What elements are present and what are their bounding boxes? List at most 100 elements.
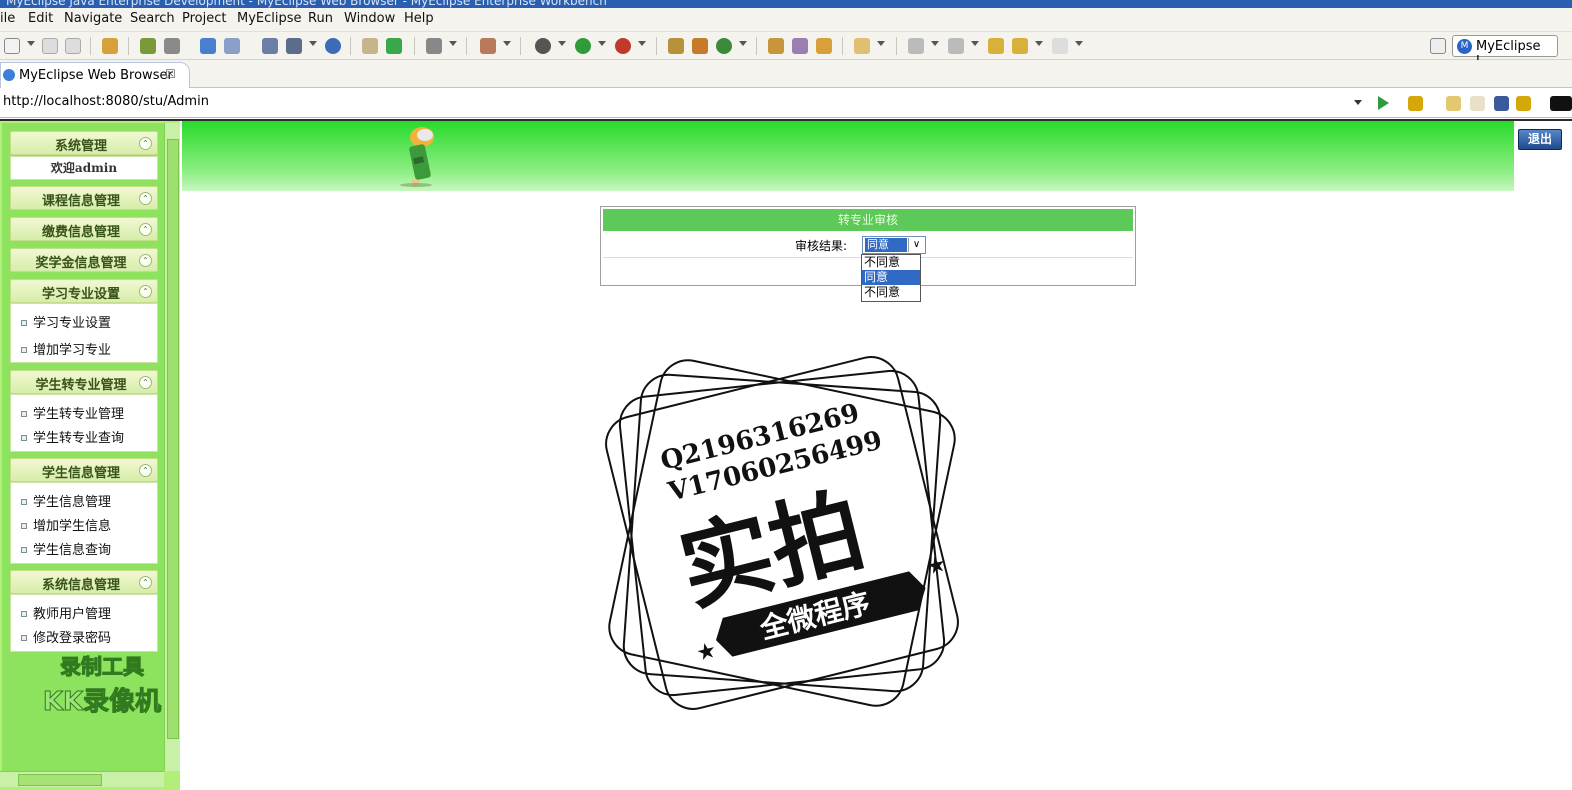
forward-dropdown-icon[interactable]	[1075, 41, 1083, 46]
stop-icon[interactable]	[1494, 96, 1509, 111]
forward-icon[interactable]	[1052, 38, 1068, 54]
print-icon[interactable]	[65, 38, 81, 54]
option-agree[interactable]: 同意	[862, 270, 920, 285]
refresh-dropdown-icon[interactable]	[739, 41, 747, 46]
sidebar-item-change-password[interactable]: 修改登录密码	[21, 627, 111, 646]
menu-header-fees[interactable]: 缴费信息管理 ⌃	[10, 217, 158, 241]
new-dropdown-icon[interactable]	[27, 41, 35, 46]
search-folder-icon[interactable]	[816, 38, 832, 54]
last-edit-icon[interactable]	[988, 38, 1004, 54]
go-icon[interactable]	[1378, 96, 1389, 110]
collapse-icon[interactable]: ⌃	[139, 285, 152, 298]
result-select[interactable]: 同意 ∨	[862, 236, 926, 254]
external-tools-dropdown-icon[interactable]	[638, 41, 646, 46]
favorites-icon[interactable]	[1408, 96, 1423, 111]
collapse-icon[interactable]: ⌃	[139, 223, 152, 236]
report-dropdown-icon[interactable]	[309, 41, 317, 46]
sidebar-horizontal-scrollbar[interactable]	[0, 771, 164, 787]
annotation-dropdown-icon[interactable]	[877, 41, 885, 46]
menu-file[interactable]: ile	[0, 11, 15, 26]
debug-dropdown-icon[interactable]	[558, 41, 566, 46]
new-package-icon[interactable]	[692, 38, 708, 54]
toolbar-overflow-icon[interactable]	[1550, 96, 1572, 111]
server-icon[interactable]	[140, 38, 156, 54]
menu-run[interactable]: Run	[308, 11, 333, 26]
menu-myeclipse[interactable]: MyEclipse	[237, 11, 302, 26]
browse-icon[interactable]	[224, 38, 240, 54]
sidebar-item-transfer-query[interactable]: 学生转专业查询	[21, 427, 124, 446]
scroll-thumb[interactable]	[18, 774, 102, 786]
prev-annotation-icon[interactable]	[948, 38, 964, 54]
pin-icon[interactable]	[792, 38, 808, 54]
collapse-icon[interactable]: ⌃	[139, 464, 152, 477]
database-icon[interactable]	[164, 38, 180, 54]
deploy-icon[interactable]	[200, 38, 216, 54]
browser-forward-icon[interactable]	[1470, 96, 1485, 111]
collapse-icon[interactable]: ⌃	[139, 137, 152, 150]
sidebar-item-teacher-users[interactable]: 教师用户管理	[21, 603, 111, 622]
perspective-button[interactable]: M MyEclipse J...	[1452, 35, 1558, 69]
sidebar-item-transfer-manage[interactable]: 学生转专业管理	[21, 403, 124, 422]
add-icon[interactable]	[386, 38, 402, 54]
package-icon[interactable]	[102, 38, 118, 54]
browser-refresh-icon[interactable]	[1516, 96, 1531, 111]
back-dropdown-icon[interactable]	[1035, 41, 1043, 46]
chevron-down-icon[interactable]: ∨	[908, 238, 924, 252]
menu-header-system[interactable]: 系统管理 ⌃	[10, 131, 158, 155]
menu-edit[interactable]: Edit	[28, 11, 53, 26]
sidebar-item-student-manage[interactable]: 学生信息管理	[21, 491, 111, 510]
sidebar-vertical-scrollbar[interactable]	[164, 123, 180, 771]
external-tools-icon[interactable]	[615, 38, 631, 54]
sidebar-item-add-major[interactable]: 增加学习专业	[21, 339, 111, 358]
menu-window[interactable]: Window	[344, 11, 395, 26]
next-annotation-dropdown-icon[interactable]	[931, 41, 939, 46]
task-icon[interactable]	[480, 38, 496, 54]
menu-header-major-settings[interactable]: 学习专业设置 ⌃	[10, 279, 158, 303]
camera-dropdown-icon[interactable]	[449, 41, 457, 46]
prev-annotation-dropdown-icon[interactable]	[971, 41, 979, 46]
sidebar-item-major-settings[interactable]: 学习专业设置	[21, 312, 111, 331]
next-annotation-icon[interactable]	[908, 38, 924, 54]
menu-help[interactable]: Help	[404, 11, 434, 26]
collapse-icon[interactable]: ⌃	[139, 376, 152, 389]
back-icon[interactable]	[1012, 38, 1028, 54]
scroll-thumb[interactable]	[167, 139, 179, 739]
run-icon[interactable]	[575, 38, 591, 54]
annotation-icon[interactable]	[854, 38, 870, 54]
menu-header-scholarship[interactable]: 奖学金信息管理 ⌃	[10, 248, 158, 272]
menu-search[interactable]: Search	[130, 11, 175, 26]
browser-back-icon[interactable]	[1446, 96, 1461, 111]
debug-icon[interactable]	[535, 38, 551, 54]
menu-header-course[interactable]: 课程信息管理 ⌃	[10, 186, 158, 210]
run-dropdown-icon[interactable]	[598, 41, 606, 46]
camera-icon[interactable]	[426, 38, 442, 54]
url-input[interactable]: http://localhost:8080/stu/Admin	[3, 94, 209, 109]
collapse-icon[interactable]: ⌃	[139, 576, 152, 589]
report-icon[interactable]	[286, 38, 302, 54]
tab-web-browser[interactable]: MyEclipse Web Browser ☒	[0, 62, 190, 88]
collapse-icon[interactable]: ⌃	[139, 254, 152, 267]
open-perspective-icon[interactable]	[1430, 38, 1446, 54]
new-class-icon[interactable]	[668, 38, 684, 54]
sidebar-item-add-student[interactable]: 增加学生信息	[21, 515, 111, 534]
option-disagree-2[interactable]: 不同意	[862, 285, 920, 300]
collapse-icon[interactable]: ⌃	[139, 192, 152, 205]
menu-header-student[interactable]: 学生信息管理 ⌃	[10, 458, 158, 482]
globe-icon[interactable]	[325, 38, 341, 54]
sidebar-item-student-query[interactable]: 学生信息查询	[21, 539, 111, 558]
logout-button[interactable]: 退出	[1518, 129, 1562, 150]
option-disagree[interactable]: 不同意	[862, 255, 920, 270]
open-icon[interactable]	[362, 38, 378, 54]
url-history-dropdown-icon[interactable]	[1354, 100, 1362, 105]
open-type-icon[interactable]	[768, 38, 784, 54]
refresh-icon[interactable]	[716, 38, 732, 54]
menu-project[interactable]: Project	[182, 11, 226, 26]
menu-header-system-info[interactable]: 系统信息管理 ⌃	[10, 570, 158, 594]
wizard-icon[interactable]	[262, 38, 278, 54]
new-file-icon[interactable]	[4, 38, 20, 54]
close-tab-icon[interactable]: ☒	[165, 67, 176, 81]
menu-navigate[interactable]: Navigate	[64, 11, 122, 26]
menu-header-transfer[interactable]: 学生转专业管理 ⌃	[10, 370, 158, 394]
task-dropdown-icon[interactable]	[503, 41, 511, 46]
save-icon[interactable]	[42, 38, 58, 54]
